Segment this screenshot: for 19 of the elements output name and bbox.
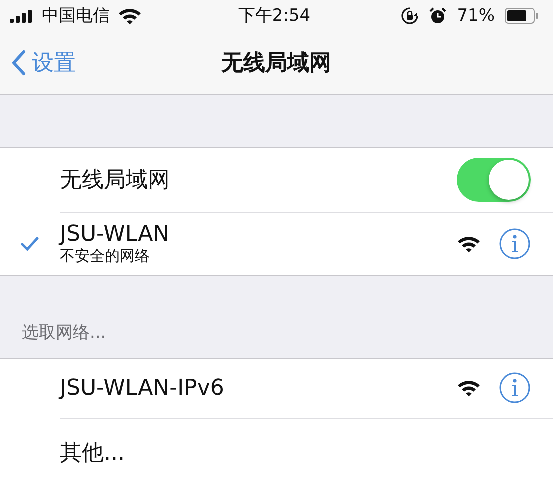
chevron-left-icon	[12, 50, 26, 76]
nav-title: 无线局域网	[222, 50, 332, 78]
alarm-icon	[429, 6, 448, 25]
info-icon[interactable]	[499, 372, 531, 404]
network-security-note: 不安全的网络	[60, 246, 151, 266]
info-icon[interactable]	[499, 228, 531, 260]
wifi-icon	[457, 234, 481, 253]
network-name[interactable]: JSU-WLAN	[60, 222, 439, 247]
rotation-lock-icon	[401, 6, 420, 25]
battery-percent: 71%	[457, 6, 495, 26]
section-header: 选取网络...	[22, 322, 106, 344]
carrier: 中国电信	[42, 5, 110, 28]
wifi-icon	[118, 6, 142, 25]
battery-icon	[505, 8, 539, 24]
wifi-label: 无线局域网	[60, 166, 171, 195]
signal-icon	[10, 8, 34, 23]
wifi-toggle[interactable]	[457, 158, 531, 202]
wifi-icon	[457, 379, 481, 398]
clock: 下午2:54	[238, 5, 311, 28]
